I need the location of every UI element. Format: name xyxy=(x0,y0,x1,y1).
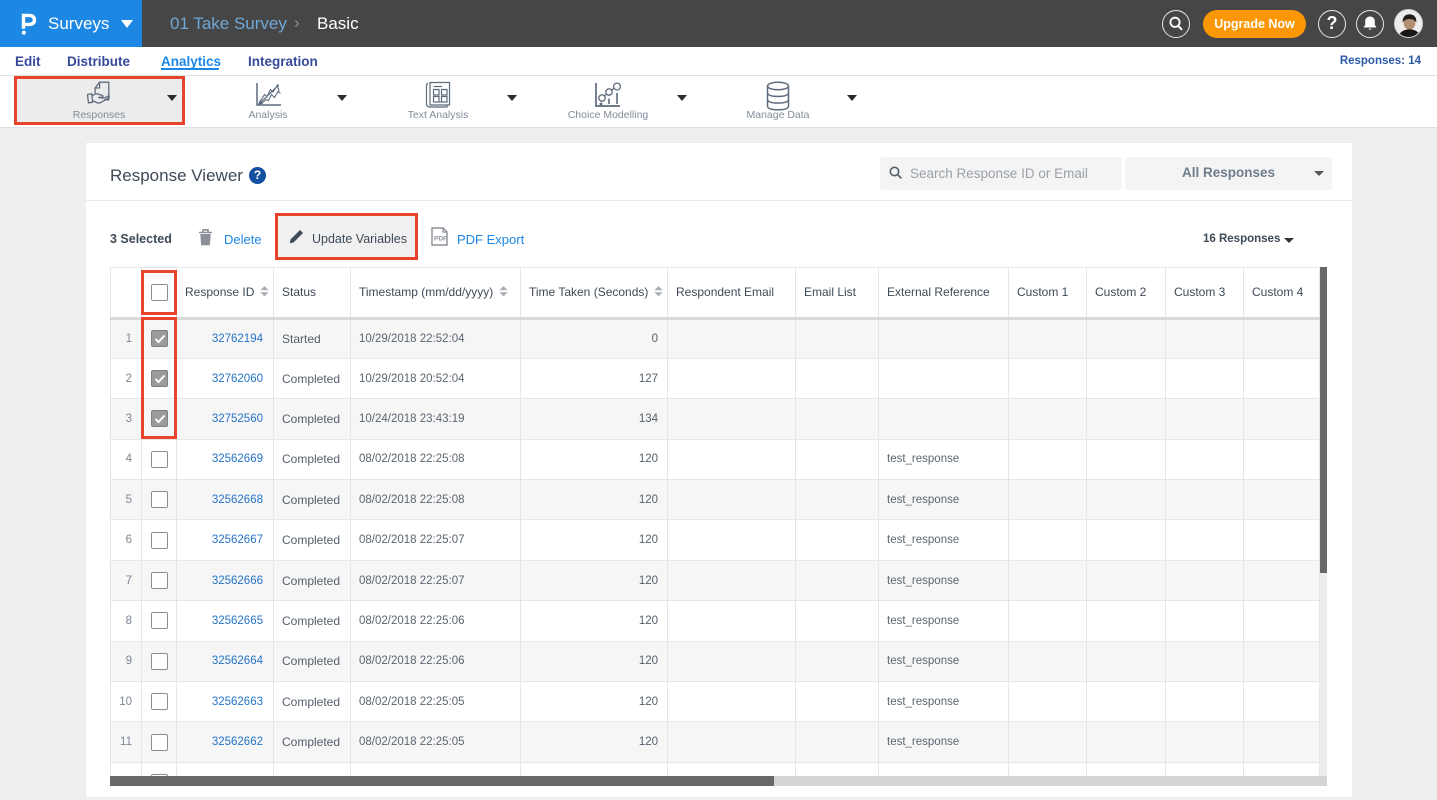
svg-text:PDF: PDF xyxy=(434,236,447,243)
